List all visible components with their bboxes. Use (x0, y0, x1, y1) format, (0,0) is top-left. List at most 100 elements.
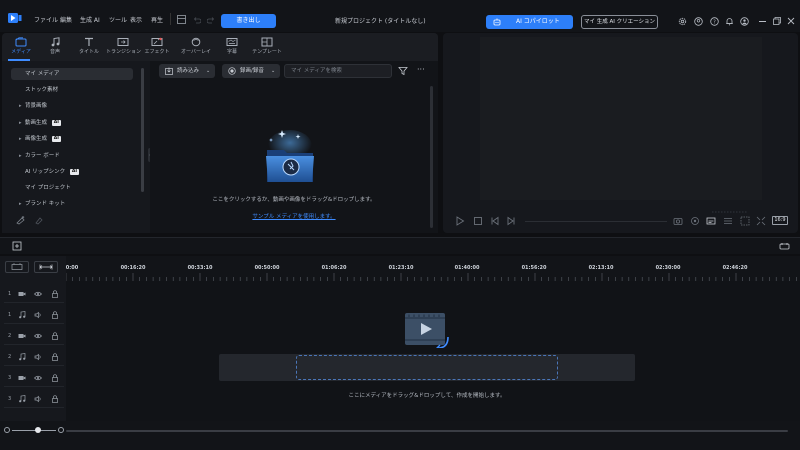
menu-edit[interactable]: 編集 (60, 15, 72, 24)
lock-icon[interactable] (51, 353, 59, 361)
track-row-audio-1: 1 (4, 306, 64, 324)
lock-icon[interactable] (51, 290, 59, 298)
ai-badge: AI (51, 136, 61, 142)
tab-overlay[interactable]: オーバーレイ (179, 33, 213, 61)
sidebar-scrollbar[interactable] (141, 68, 144, 192)
sidebar-item-stock[interactable]: ストック素材 (11, 84, 133, 96)
tab-effects[interactable]: エフェクト (140, 33, 174, 61)
record-button[interactable]: 録画/録音 ⌄ (222, 64, 280, 78)
sidebar-item-label: マイ プロジェクト (25, 185, 71, 191)
sidebar-item-image-gen[interactable]: ▸ 画像生成 AI (11, 133, 133, 145)
fit-timeline-button[interactable] (34, 261, 58, 273)
project-title: 新規プロジェクト (タイトルなし) (335, 18, 426, 25)
zoom-out-icon[interactable] (4, 427, 10, 433)
audio-monitor-icon[interactable] (690, 216, 700, 226)
track-number: 3 (8, 396, 12, 402)
previous-frame-icon[interactable] (490, 216, 500, 226)
notification-icon[interactable] (725, 17, 734, 26)
layout-icon[interactable] (177, 15, 186, 24)
sidebar-item-lip-sync[interactable]: AI リップシンク AI (11, 166, 133, 178)
svg-text:?: ? (713, 19, 716, 25)
maximize-icon[interactable] (773, 17, 781, 25)
zoom-slider-track[interactable] (12, 430, 56, 431)
lock-icon[interactable] (51, 311, 59, 319)
lock-icon[interactable] (51, 332, 59, 340)
ruler-tick-label: 01:23:10 (388, 265, 414, 271)
eye-icon[interactable] (34, 374, 42, 382)
sidebar-item-my-media[interactable]: マイ メディア (11, 68, 133, 80)
timeline-ruler[interactable]: 0:00 00:16:20 00:33:10 00:50:00 01:06:20… (66, 256, 800, 281)
content-scrollbar[interactable] (430, 86, 433, 228)
empty-media-folder-icon[interactable] (262, 124, 318, 186)
sidebar-item-video-gen[interactable]: ▸ 動画生成 AI (11, 117, 133, 129)
zoom-in-icon[interactable] (58, 427, 64, 433)
close-icon[interactable] (787, 17, 795, 25)
more-options-icon[interactable]: ··· (417, 66, 427, 76)
lock-icon[interactable] (51, 395, 59, 403)
aspect-ratio-badge[interactable]: 16:9 (772, 216, 788, 225)
account-icon[interactable] (694, 17, 703, 26)
tab-media[interactable]: メディア (4, 33, 38, 61)
user-icon[interactable] (740, 17, 749, 26)
chevron-down-icon: ⌄ (271, 68, 276, 74)
preview-screen[interactable] (480, 37, 762, 200)
tab-transitions[interactable]: トランジション (106, 33, 141, 61)
eye-icon[interactable] (34, 332, 42, 340)
media-search-input[interactable]: マイ メディアを検索 (284, 64, 392, 78)
safe-zone-icon[interactable] (740, 216, 750, 226)
fullscreen-icon[interactable] (756, 216, 766, 226)
sidebar-item-brand-kit[interactable]: ▸ ブランド キット (11, 198, 133, 210)
export-button[interactable]: 書き出し (221, 14, 276, 28)
menu-gen-ai[interactable]: 生成 AI (80, 15, 100, 24)
import-label: 読み込み (177, 68, 200, 74)
eye-icon[interactable] (34, 290, 42, 298)
add-track-icon[interactable] (12, 241, 22, 251)
speaker-icon[interactable] (34, 311, 42, 319)
menu-tools[interactable]: ツール (109, 15, 127, 24)
play-icon[interactable] (455, 216, 465, 226)
subtitle-icon (226, 37, 238, 47)
render-preview-icon[interactable] (779, 242, 790, 251)
chevron-right-icon: ▸ (19, 201, 22, 207)
filter-icon[interactable] (398, 66, 408, 76)
tab-subtitles[interactable]: 字幕 (215, 33, 249, 61)
add-folder-icon[interactable] (16, 215, 26, 225)
quality-icon[interactable] (723, 216, 733, 226)
timeline-horizontal-scrollbar[interactable] (66, 430, 788, 432)
lock-icon[interactable] (51, 374, 59, 382)
sidebar-item-label: マイ メディア (25, 71, 60, 77)
import-button[interactable]: 読み込み ⌄ (159, 64, 215, 78)
timeline-tracks-area[interactable] (66, 281, 800, 421)
text-icon (83, 37, 95, 47)
menu-file[interactable]: ファイル (34, 15, 58, 24)
stop-icon[interactable] (473, 216, 483, 226)
help-icon[interactable]: ? (710, 17, 719, 26)
menu-view[interactable]: 表示 (130, 15, 142, 24)
speaker-icon[interactable] (34, 395, 42, 403)
sidebar-item-backgrounds[interactable]: ▸ 背景画像 (11, 100, 133, 112)
delete-folder-icon[interactable] (34, 215, 44, 225)
snapshot-icon[interactable] (673, 216, 683, 226)
tab-titles[interactable]: タイトル (72, 33, 106, 61)
sidebar-item-color-board[interactable]: ▸ カラー ボード (11, 150, 133, 162)
menu-playback[interactable]: 再生 (151, 15, 163, 24)
undo-icon[interactable] (193, 16, 201, 24)
ruler-tick-label: 0:00 (65, 265, 79, 271)
my-ai-creation-button[interactable]: マイ 生成 AI クリエーション (581, 15, 658, 29)
zoom-slider-handle[interactable] (35, 427, 41, 433)
settings-icon[interactable] (678, 17, 687, 26)
use-sample-media-link[interactable]: サンプル メディアを使用します。 (150, 212, 438, 220)
tab-templates[interactable]: テンプレート (250, 33, 284, 61)
track-manager-button[interactable] (5, 261, 29, 273)
timeline-drop-zone[interactable] (296, 355, 558, 380)
redo-icon[interactable] (207, 16, 215, 24)
preview-scrubber[interactable] (525, 221, 667, 222)
tab-audio[interactable]: 音声 (38, 33, 72, 61)
sidebar-item-my-projects[interactable]: マイ プロジェクト (11, 182, 133, 194)
subtitle-toggle-icon[interactable] (706, 216, 716, 226)
speaker-icon[interactable] (34, 353, 42, 361)
next-frame-icon[interactable] (506, 216, 516, 226)
track-number: 2 (8, 333, 12, 339)
ai-copilot-button[interactable]: AI コパイロット (486, 15, 573, 29)
minimize-icon[interactable] (759, 21, 766, 22)
